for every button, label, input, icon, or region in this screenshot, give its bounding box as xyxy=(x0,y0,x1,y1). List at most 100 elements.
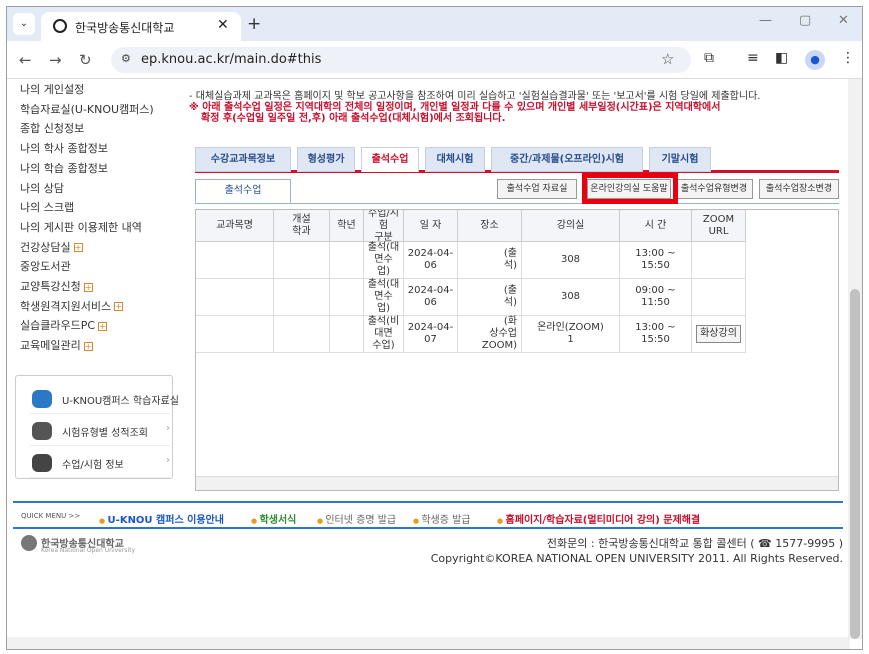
tab-1[interactable]: 형성평가 xyxy=(297,147,355,172)
quick-menu-label: QUICK MENU >> xyxy=(21,512,81,520)
extensions-icon[interactable]: ⧉ xyxy=(704,50,714,66)
sidebar-item[interactable]: 종합 신청정보 xyxy=(20,120,84,136)
sidebar-item[interactable]: 나의 게시판 이용제한 내역 xyxy=(20,219,142,235)
close-window-icon[interactable]: ✕ xyxy=(838,13,849,28)
table-header-cell: 일 자 xyxy=(404,210,458,242)
browser-window: ⌄ 한국방송통신대학교 ✕ + — ▢ ✕ ← → ↻ ⚙ ep.knou.ac… xyxy=(6,6,863,650)
table-header-cell: ZOOM URL xyxy=(692,210,746,242)
chevron-right-icon: › xyxy=(166,391,170,402)
url-text[interactable]: ep.knou.ac.kr/main.do#this xyxy=(141,52,321,67)
expand-plus-icon[interactable]: + xyxy=(98,321,108,331)
sidebar-item-label: 나의 게인설정 xyxy=(20,83,85,96)
page-vscrollbar[interactable] xyxy=(848,79,862,639)
browser-tab[interactable]: 한국방송통신대학교 ✕ xyxy=(41,12,241,41)
quick-menu-link[interactable]: ● 학생증 발급 xyxy=(413,511,471,526)
tab-5[interactable]: 기말시험 xyxy=(649,147,711,172)
tab-search-icon[interactable]: ⌄ xyxy=(13,13,35,35)
bookmark-star-icon[interactable]: ☆ xyxy=(661,50,674,68)
table-cell: 출석(대면수 업) xyxy=(364,279,404,316)
sidebar-item[interactable]: 교육메일관리 + xyxy=(20,337,93,353)
table-cell: 308 xyxy=(522,242,620,279)
expand-plus-icon[interactable]: + xyxy=(83,282,93,292)
sidebar-item[interactable]: 나의 학사 종합정보 xyxy=(20,140,108,156)
tab-0[interactable]: 수강교과목정보 xyxy=(195,147,291,172)
sidebar-item-label: 종합 신청정보 xyxy=(20,122,85,136)
sidebar-item-label: 학생원격지원서비스 xyxy=(20,299,112,313)
quick-link[interactable]: 수업/시험 정보 › xyxy=(30,448,170,478)
table-header-cell: 학년 xyxy=(330,210,364,242)
footer-contact: 전화문의 : 한국방송통신대학교 통합 콜센터 ( ☎ 1577-9995 ) xyxy=(546,537,843,550)
table-cell: (출 석) xyxy=(458,279,522,316)
sidebar-item-label: 실습클라우드PC xyxy=(20,319,96,333)
zoom-lecture-button[interactable]: 화상강의 xyxy=(696,325,741,343)
table-cell: 2024-04-07 xyxy=(404,316,458,353)
table-cell: 출석(비대면 수업) xyxy=(364,316,404,353)
subtab-attendance[interactable]: 출석수업 xyxy=(195,179,291,204)
side-panel-icon[interactable]: ◧ xyxy=(775,50,788,66)
quick-menu-link-text: 인터넷 증명 발급 xyxy=(325,515,397,526)
expand-plus-icon[interactable]: + xyxy=(83,341,93,351)
back-icon[interactable]: ← xyxy=(19,51,32,69)
table-cell xyxy=(196,279,274,316)
close-tab-icon[interactable]: ✕ xyxy=(217,17,229,33)
table-header-cell: 강의실 xyxy=(522,210,620,242)
new-tab-icon[interactable]: + xyxy=(247,14,261,34)
table-cell xyxy=(330,279,364,316)
sidebar-item-label: 나의 상담 xyxy=(20,181,64,195)
tab-strip: ⌄ 한국방송통신대학교 ✕ + — ▢ ✕ xyxy=(7,7,862,41)
table-hscrollbar[interactable] xyxy=(196,476,838,490)
expand-plus-icon[interactable]: + xyxy=(114,302,124,312)
page-hscrollbar[interactable] xyxy=(7,637,850,649)
expand-plus-icon[interactable]: + xyxy=(73,243,83,253)
table-cell: 13:00 ~ 15:50 xyxy=(620,242,692,279)
sidebar-item[interactable]: 실습클라우드PC + xyxy=(20,317,108,333)
tab-3[interactable]: 대체시험 xyxy=(425,147,485,172)
quick-link-label: 시험유형별 성적조회 xyxy=(62,428,148,439)
table-header-cell: 시 간 xyxy=(620,210,692,242)
tab-4[interactable]: 중간/과제물(오프라인)시험 xyxy=(491,147,643,172)
reading-list-icon[interactable]: ≡ xyxy=(747,50,759,66)
scroll-thumb[interactable] xyxy=(850,289,860,639)
chevron-right-icon: › xyxy=(166,455,170,466)
forward-icon[interactable]: → xyxy=(49,51,62,69)
table-cell: 출석(대면수 업) xyxy=(364,242,404,279)
sidebar-item[interactable]: 교양특강신청 + xyxy=(20,278,93,294)
action-button-2[interactable]: 출석수업유형변경 xyxy=(675,179,753,199)
quick-link-label: U-KNOU캠퍼스 학습자료실 xyxy=(62,396,179,407)
table-cell xyxy=(274,279,330,316)
sidebar-item[interactable]: 학습자료실(U-KNOU캠퍼스) xyxy=(20,101,154,117)
table-cell: 온라인(ZOOM) 1 xyxy=(522,316,620,353)
sidebar-item[interactable]: 중앙도서관 xyxy=(20,258,71,274)
quick-menu-link[interactable]: ● U-KNOU 캠퍼스 이용안내 xyxy=(99,511,224,526)
sidebar-item[interactable]: 나의 학습 종합정보 xyxy=(20,160,108,176)
sidebar-item[interactable]: 나의 상담 xyxy=(20,180,64,196)
table-cell: 09:00 ~ 11:50 xyxy=(620,279,692,316)
maximize-icon[interactable]: ▢ xyxy=(799,13,811,28)
quick-link[interactable]: U-KNOU캠퍼스 학습자료실 › xyxy=(30,384,179,414)
minimize-icon[interactable]: — xyxy=(759,13,772,28)
action-button-3[interactable]: 출석수업장소변경 xyxy=(759,179,839,199)
sidebar-item-label: 나의 학습 종합정보 xyxy=(20,161,108,175)
site-info-icon[interactable]: ⚙ xyxy=(121,52,131,65)
sidebar-item[interactable]: 학생원격지원서비스 + xyxy=(20,298,124,314)
sidebar-item[interactable]: 나의 스크랩 xyxy=(20,199,74,215)
quick-link[interactable]: 시험유형별 성적조회 › xyxy=(30,416,170,446)
chevron-right-icon: › xyxy=(166,423,170,434)
footer-copyright: Copyright©KOREA NATIONAL OPEN UNIVERSITY… xyxy=(430,552,843,565)
tab-2[interactable]: 출석수업 xyxy=(361,147,419,172)
reload-icon[interactable]: ↻ xyxy=(79,51,92,69)
menu-icon[interactable]: ⋮ xyxy=(841,50,855,66)
quick-menu-link[interactable]: ● 인터넷 증명 발급 xyxy=(317,511,396,526)
table-cell xyxy=(274,316,330,353)
omnibox[interactable]: ⚙ ep.knou.ac.kr/main.do#this ☆ xyxy=(111,47,691,73)
quick-menu-link[interactable]: ● 홈페이지/학습자료(멀티미디어 강의) 문제해결 xyxy=(497,511,700,526)
quick-menu-link[interactable]: ● 학생서식 xyxy=(251,511,296,526)
sidebar-item[interactable]: 건강상담실 + xyxy=(20,239,83,255)
quick-link-label: 수업/시험 정보 xyxy=(62,460,124,471)
profile-avatar[interactable]: ● xyxy=(805,50,825,70)
sidebar-item-label: 건강상담실 xyxy=(20,240,71,254)
sidebar-item[interactable]: 나의 게인설정 xyxy=(20,81,84,97)
headset-icon xyxy=(32,454,52,472)
quick-menu-link-text: 학생증 발급 xyxy=(421,515,471,526)
action-button-0[interactable]: 출석수업 자료실 xyxy=(497,179,577,199)
